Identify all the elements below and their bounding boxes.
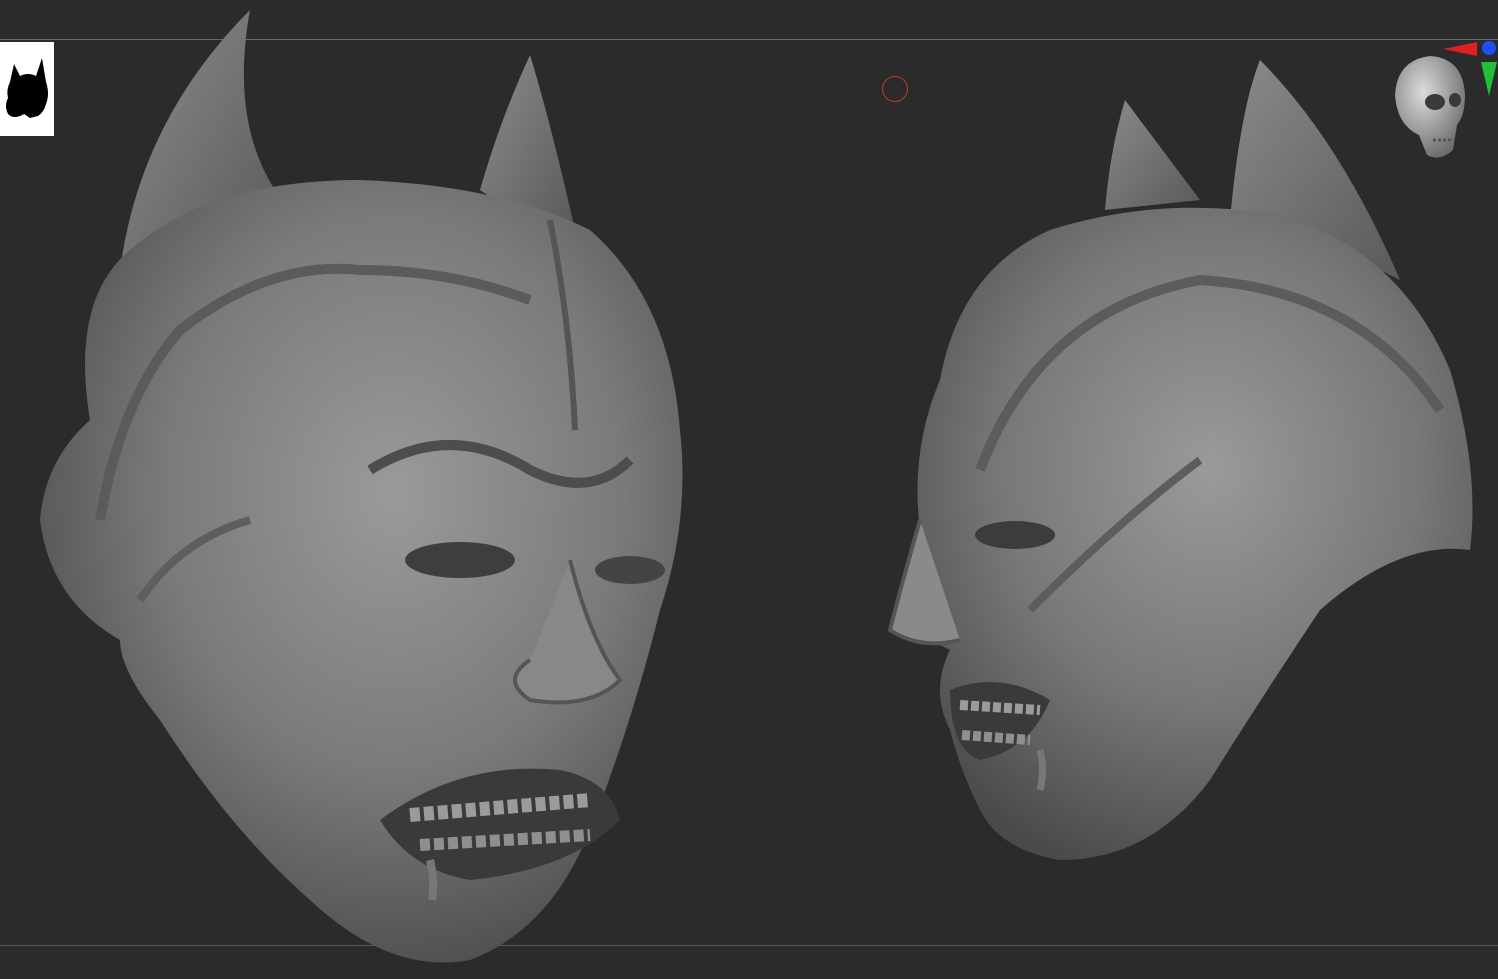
z-axis-dot-icon bbox=[1482, 41, 1496, 55]
demon-batman-head-front[interactable] bbox=[30, 0, 710, 979]
skull-navigator-icon bbox=[1395, 41, 1497, 158]
sculpt-viewport[interactable] bbox=[0, 0, 1498, 979]
sculpted-head-icon bbox=[40, 10, 683, 963]
y-axis-arrow-icon bbox=[1481, 62, 1497, 96]
sculpted-head-icon bbox=[887, 60, 1473, 860]
view-navigator[interactable] bbox=[1385, 40, 1498, 170]
demon-batman-head-side[interactable] bbox=[880, 50, 1480, 870]
x-axis-arrow-icon bbox=[1443, 42, 1477, 56]
